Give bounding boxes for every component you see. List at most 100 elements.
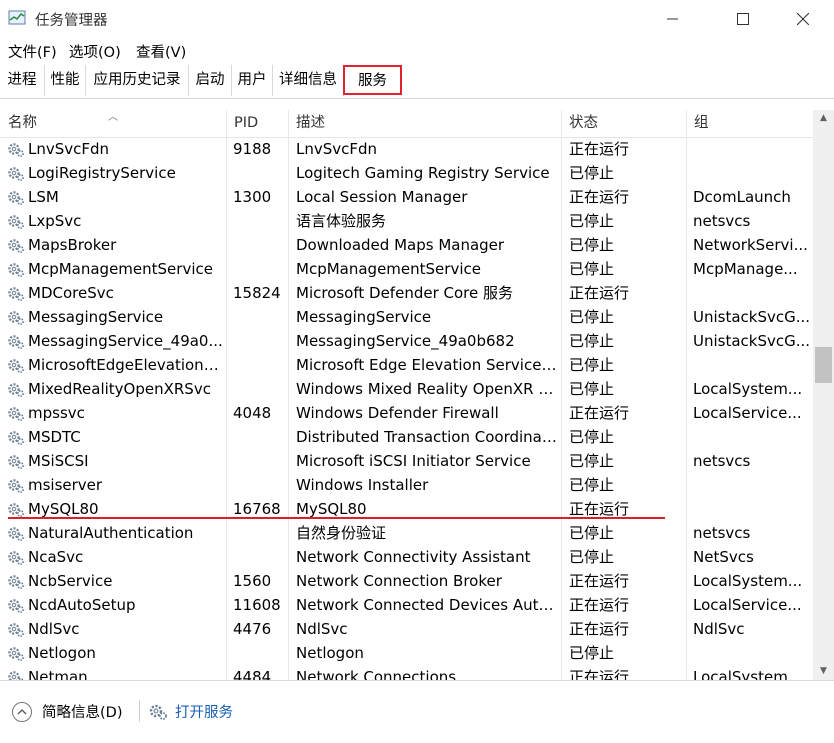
window-title: 任务管理器 [35, 13, 108, 29]
service-gear-icon [7, 333, 25, 349]
service-group: LocalService... [693, 404, 802, 422]
list-header: 名称 ︿ PID 描述 状态 组 [0, 110, 813, 138]
service-name: MicrosoftEdgeElevationS... [28, 356, 224, 374]
tab-services[interactable]: 服务 [343, 65, 402, 95]
tab-details[interactable]: 详细信息 [273, 65, 344, 96]
service-pid [233, 449, 285, 473]
service-status: 已停止 [569, 236, 615, 254]
table-row[interactable]: NcaSvc Network Connectivity Assistant 已停止 N… [0, 545, 813, 569]
service-status: 已停止 [569, 548, 615, 566]
table-row[interactable]: MSiSCSI Microsoft iSCSI Initiator Service… [0, 449, 813, 473]
menu-view[interactable]: 查看(V) [136, 41, 186, 62]
table-row[interactable]: MSDTC Distributed Transaction Coordinat..… [0, 425, 813, 449]
services-gear-icon [149, 704, 167, 720]
service-description: Logitech Gaming Registry Service [296, 164, 550, 182]
service-gear-icon [7, 597, 25, 613]
scrollbar-thumb[interactable] [815, 347, 832, 383]
minimize-button[interactable] [650, 0, 696, 38]
service-pid [233, 257, 285, 281]
tab-users[interactable]: 用户 [232, 65, 273, 96]
table-row[interactable]: NcdAutoSetup 11608 Network Connected Devic… [0, 593, 813, 617]
column-header-status[interactable]: 状态 [561, 110, 686, 137]
open-services-link[interactable]: 打开服务 [148, 701, 233, 722]
table-row[interactable]: LxpSvc 语言体验服务 已停止 netsvcs [0, 209, 813, 233]
table-row[interactable]: Netlogon Netlogon 已停止 [0, 641, 813, 665]
service-gear-icon [7, 501, 25, 517]
table-row[interactable]: MessagingService_49a0... MessagingService… [0, 329, 813, 353]
service-status: 正在运行 [569, 620, 630, 638]
highlight-underline [8, 517, 665, 519]
service-gear-icon [7, 573, 25, 589]
title-bar[interactable]: 任务管理器 [0, 0, 834, 38]
service-name: LSM [28, 188, 59, 206]
minimize-icon [667, 18, 678, 20]
services-list[interactable]: 名称 ︿ PID 描述 状态 组 LnvSvcFdn 9188 LnvSvcFdn 正… [0, 110, 813, 680]
service-pid [233, 473, 285, 497]
service-description: Windows Defender Firewall [296, 404, 499, 422]
service-description: Downloaded Maps Manager [296, 236, 505, 254]
table-row[interactable]: McpManagementService McpManagementService… [0, 257, 813, 281]
table-row[interactable]: NdlSvc 4476 NdlSvc 正在运行 NdlSvc [0, 617, 813, 641]
table-row[interactable]: NaturalAuthentication 自然身份验证 已停止 netsvcs [0, 521, 813, 545]
table-row[interactable]: mpssvc 4048 Windows Defender Firewall 正在运行 L… [0, 401, 813, 425]
column-header-group[interactable]: 组 [686, 110, 813, 137]
service-rows: LnvSvcFdn 9188 LnvSvcFdn 正在运行 LogiRegistrySe… [0, 137, 813, 680]
tab-performance[interactable]: 性能 [45, 65, 86, 96]
table-row[interactable]: msiserver Windows Installer 已停止 [0, 473, 813, 497]
service-pid [233, 305, 285, 329]
menu-file[interactable]: 文件(F) [8, 41, 57, 62]
service-name: NdlSvc [28, 620, 80, 638]
service-gear-icon [7, 357, 25, 373]
service-pid [233, 545, 285, 569]
service-pid [233, 353, 285, 377]
service-group: NetSvcs [693, 548, 754, 566]
scroll-down-arrow-icon[interactable]: ▼ [813, 663, 834, 680]
open-services-label: 打开服务 [175, 705, 233, 721]
service-description: LnvSvcFdn [296, 140, 378, 158]
service-name: MessagingService [28, 308, 164, 326]
footer-bar: 简略信息(D) 打开服务 [0, 680, 834, 743]
close-button[interactable] [780, 0, 826, 38]
service-name: MapsBroker [28, 236, 117, 254]
service-group: netsvcs [693, 452, 751, 470]
table-row[interactable]: NcbService 1560 Network Connection Broker 正… [0, 569, 813, 593]
service-status: 已停止 [569, 380, 615, 398]
service-description: Network Connectivity Assistant [296, 548, 531, 566]
service-name: NcdAutoSetup [28, 596, 136, 614]
table-row[interactable]: MessagingService MessagingService 已停止 Unist… [0, 305, 813, 329]
service-group: LocalSystem... [693, 572, 803, 590]
table-row[interactable]: MicrosoftEdgeElevationS... Microsoft Edge… [0, 353, 813, 377]
service-name: NcbService [28, 572, 113, 590]
service-status: 已停止 [569, 524, 615, 542]
table-row[interactable]: MixedRealityOpenXRSvc Windows Mixed Reali… [0, 377, 813, 401]
table-row[interactable]: LnvSvcFdn 9188 LnvSvcFdn 正在运行 [0, 137, 813, 161]
service-pid [233, 233, 285, 257]
service-group: netsvcs [693, 212, 751, 230]
service-description: McpManagementService [296, 260, 481, 278]
tab-processes[interactable]: 进程 [0, 65, 45, 96]
table-row[interactable]: LSM 1300 Local Session Manager 正在运行 DcomLaun… [0, 185, 813, 209]
service-pid [233, 161, 285, 185]
vertical-scrollbar[interactable]: ▲ ▼ [813, 110, 834, 680]
chevron-up-icon [12, 701, 32, 722]
table-row[interactable]: LogiRegistryService Logitech Gaming Regis… [0, 161, 813, 185]
service-pid: 4048 [233, 404, 272, 422]
table-row[interactable]: MDCoreSvc 15824 Microsoft Defender Core 服务… [0, 281, 813, 305]
service-description: Microsoft Edge Elevation Service ... [296, 356, 558, 374]
column-header-pid[interactable]: PID [226, 110, 288, 137]
service-gear-icon [7, 285, 25, 301]
service-group: DcomLaunch [693, 188, 791, 206]
fewer-details-label: 简略信息(D) [42, 705, 123, 721]
column-header-description[interactable]: 描述 [288, 110, 561, 137]
table-row[interactable]: Netman 4484 Network Connections 正在运行 LocalSy… [0, 665, 813, 680]
table-row[interactable]: MapsBroker Downloaded Maps Manager 已停止 Netw… [0, 233, 813, 257]
scroll-up-arrow-icon[interactable]: ▲ [813, 110, 834, 127]
tab-app-history[interactable]: 应用历史记录 [86, 65, 189, 96]
service-gear-icon [7, 237, 25, 253]
fewer-details-button[interactable]: 简略信息(D) [12, 701, 122, 722]
service-name: msiserver [28, 476, 103, 494]
tab-startup[interactable]: 启动 [189, 65, 232, 96]
service-gear-icon [7, 141, 25, 157]
menu-options[interactable]: 选项(O) [69, 41, 121, 62]
maximize-button[interactable] [720, 0, 766, 38]
